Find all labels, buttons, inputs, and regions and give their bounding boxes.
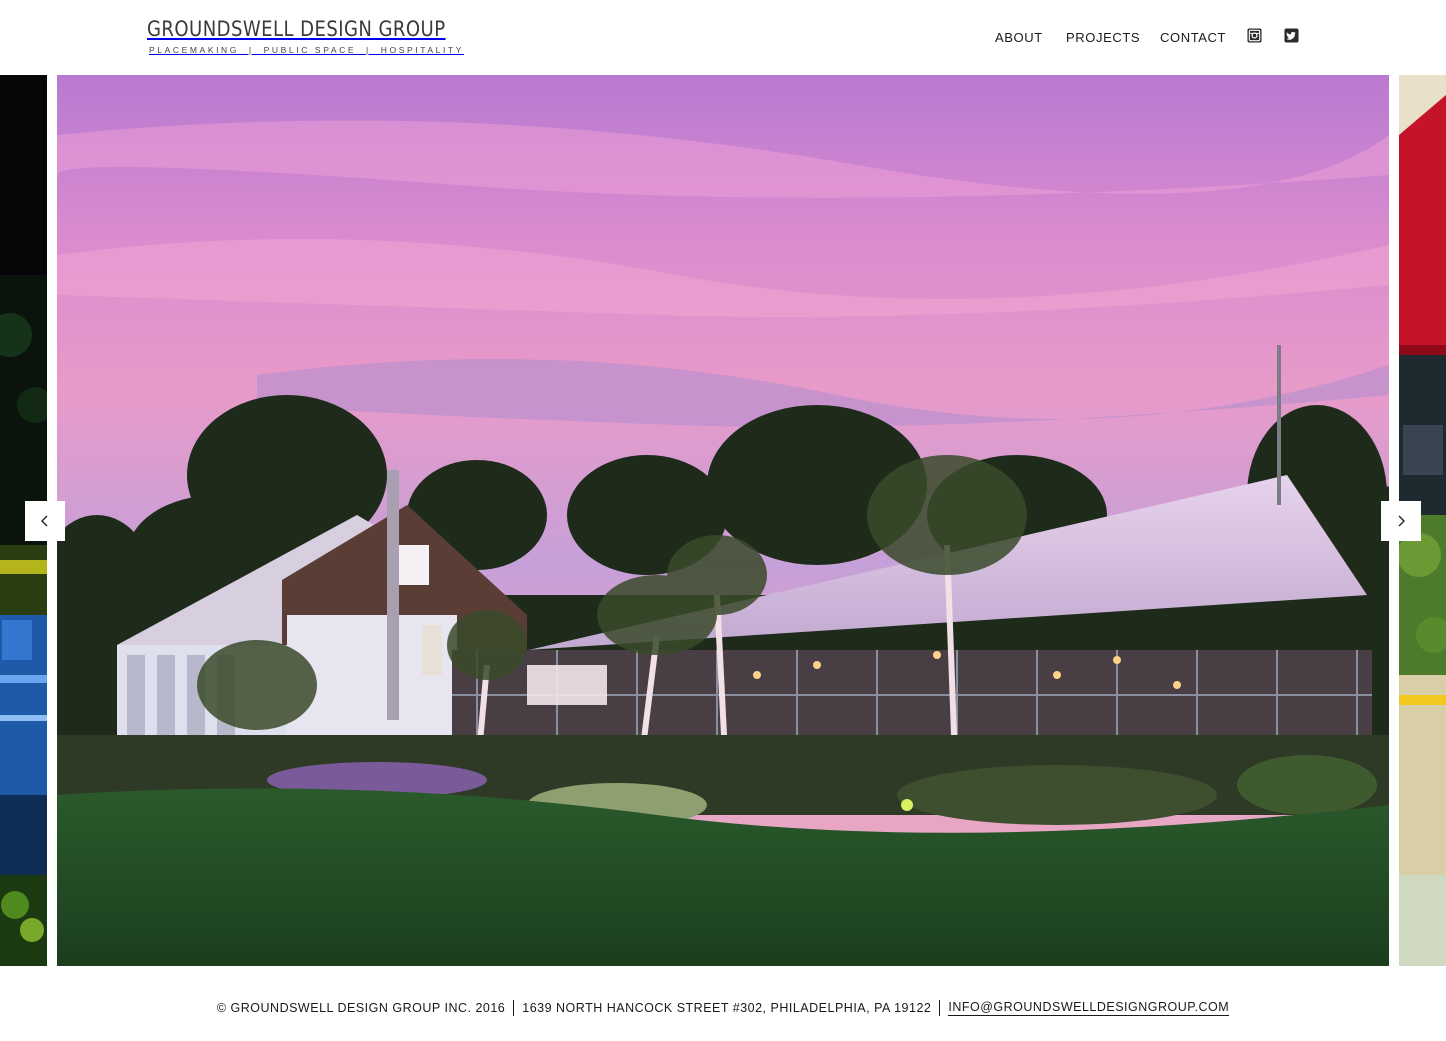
brand-tagline: PLACEMAKING | PUBLIC SPACE | HOSPITALITY (149, 45, 464, 55)
footer-info: © GROUNDSWELL DESIGN GROUP INC. 2016 163… (216, 999, 1230, 1016)
nav-about[interactable]: ABOUT (995, 30, 1043, 46)
brand-logo[interactable]: GROUNDSWELL DESIGN GROUP PLACEMAKING | P… (147, 16, 494, 55)
brand-name: GROUNDSWELL DESIGN GROUP (147, 17, 446, 41)
footer-copyright: © GROUNDSWELL DESIGN GROUP INC. 2016 (216, 1000, 506, 1015)
image-carousel (0, 75, 1446, 966)
instagram-icon[interactable] (1247, 28, 1262, 43)
chevron-right-icon (1398, 515, 1405, 527)
site-footer: © GROUNDSWELL DESIGN GROUP INC. 2016 163… (0, 966, 1446, 1041)
footer-divider (939, 999, 941, 1016)
site-header: GROUNDSWELL DESIGN GROUP PLACEMAKING | P… (0, 0, 1446, 75)
footer-divider (513, 999, 515, 1016)
current-slide-image (57, 75, 1389, 966)
nav-contact[interactable]: CONTACT (1160, 30, 1226, 46)
twitter-icon[interactable] (1284, 28, 1299, 43)
footer-address: 1639 NORTH HANCOCK STREET #302, PHILADEL… (522, 1000, 932, 1015)
nav-projects[interactable]: PROJECTS (1066, 30, 1140, 46)
footer-email-link[interactable]: INFO@GROUNDSWELLDESIGNGROUP.COM (948, 1000, 1230, 1016)
carousel-next-button[interactable] (1381, 501, 1421, 541)
chevron-left-icon (41, 515, 48, 527)
carousel-prev-button[interactable] (25, 501, 65, 541)
